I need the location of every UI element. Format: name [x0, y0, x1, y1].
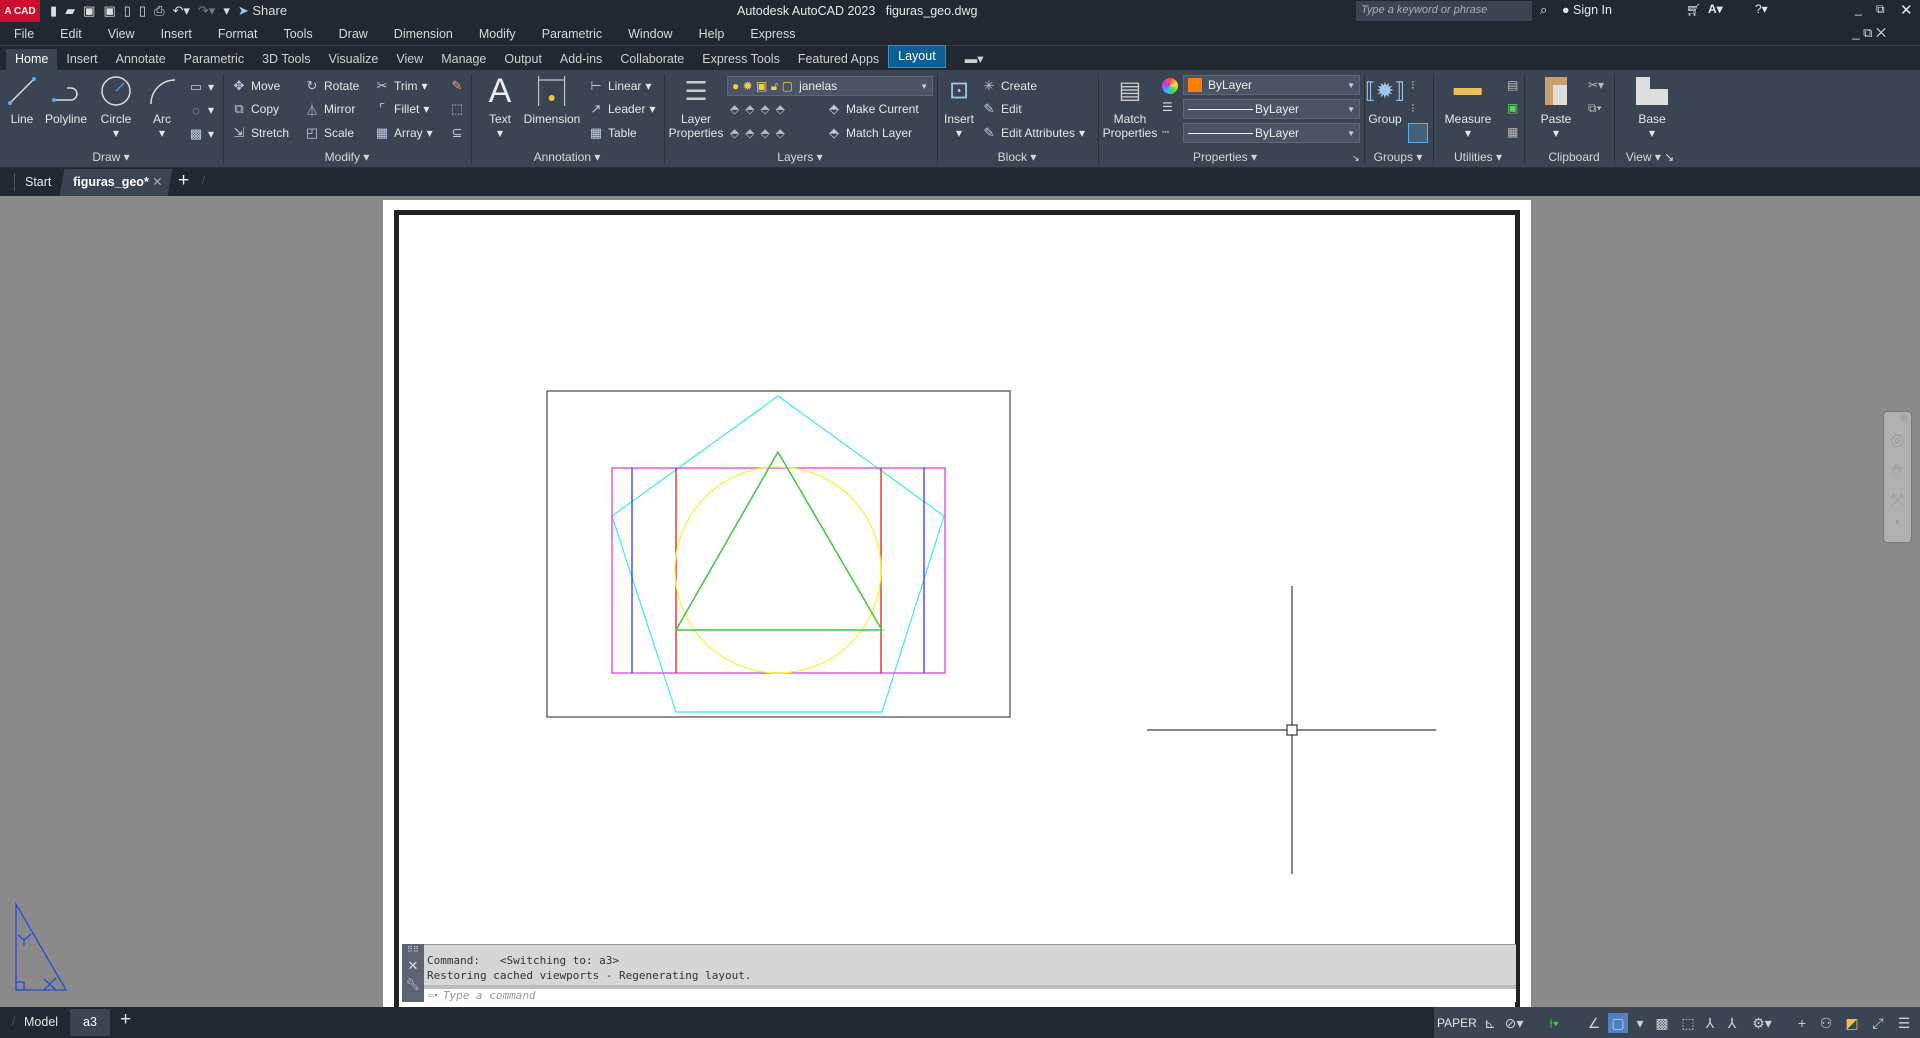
crosshair-pickbox [1286, 724, 1298, 736]
customization-menu-icon[interactable]: ☰ [1894, 1013, 1914, 1033]
drawing-svg [15, 390, 1436, 991]
navigation-bar[interactable]: ⊗ ◎ ✋︎ ⤧ ▾ [1883, 411, 1912, 543]
status-bar: / Model a3 + PAPER ⊾ ⊘▾ ⫮▾ ∠ ▢ ▾ ▩ ⬚ ⅄ ⅄… [0, 1007, 1920, 1038]
pentagon[interactable] [611, 395, 945, 713]
viewport-frame[interactable] [546, 390, 1011, 718]
ortho-icon[interactable]: ⫮▾ [1544, 1013, 1564, 1033]
osnap-dropdown-icon[interactable]: ▾ [1630, 1013, 1650, 1033]
isolate-objects-icon[interactable]: ⚇ [1816, 1013, 1836, 1033]
transparency-icon[interactable]: ▩ [1652, 1013, 1672, 1033]
pan-icon[interactable]: ✋︎ [1884, 456, 1911, 486]
command-history-line: Command: <Switching to: a3> [427, 954, 620, 967]
command-history-line: Restoring cached viewports - Regeneratin… [427, 969, 752, 982]
tab-divider: / [12, 1014, 16, 1028]
snap-mode-icon[interactable]: ⊘▾ [1504, 1013, 1524, 1033]
command-line: ⠿⠿ ✕ 🔧︎ Command: <Switching to: a3> Rest… [402, 944, 1516, 1002]
layout-tab-model[interactable]: Model [24, 1015, 58, 1029]
clean-screen-icon[interactable]: ⤢ [1868, 1013, 1888, 1033]
customize-wrench-icon[interactable]: 🔧︎ [402, 976, 424, 994]
workspace-gear-icon[interactable]: ⚙▾ [1752, 1013, 1772, 1033]
annotation-monitor-icon[interactable]: + [1792, 1013, 1812, 1033]
annotation-visibility-icon[interactable]: ⅄ [1700, 1013, 1720, 1033]
paper-model-toggle[interactable]: PAPER [1437, 1016, 1477, 1030]
command-input[interactable]: ▭▾ Type a command [424, 985, 1516, 1002]
ucs-icon [15, 901, 68, 991]
command-line-handle[interactable]: ⠿⠿ ✕ 🔧︎ [402, 944, 424, 1002]
layout-tab-active[interactable]: a3 [70, 1009, 110, 1036]
close-nav-icon[interactable]: ⊗ [1884, 412, 1911, 426]
grid-icon[interactable]: ⊾ [1480, 1013, 1500, 1033]
grip-icon[interactable]: ⠿⠿ [402, 944, 424, 956]
command-history: Command: <Switching to: a3> Restoring ca… [424, 944, 1516, 985]
command-prompt-icon[interactable]: ▭▾ [428, 991, 439, 1001]
triangle-green[interactable] [674, 450, 884, 631]
selection-cycling-icon[interactable]: ⬚ [1678, 1013, 1698, 1033]
steering-wheel-icon[interactable]: ◎ [1884, 426, 1911, 456]
new-layout-button[interactable]: + [120, 1009, 131, 1031]
hardware-acceleration-icon[interactable]: ◩ [1842, 1013, 1862, 1033]
object-snap-icon[interactable]: ▢ [1608, 1013, 1628, 1033]
rectangle-magenta[interactable] [611, 467, 946, 674]
annotation-autoscale-icon[interactable]: ⅄ [1722, 1013, 1742, 1033]
zoom-extents-icon[interactable]: ⤧ [1884, 486, 1911, 516]
close-command-icon[interactable]: ✕ [402, 956, 424, 976]
circle-yellow[interactable] [674, 466, 882, 674]
nav-menu-icon[interactable]: ▾ [1884, 516, 1911, 528]
polar-tracking-icon[interactable]: ∠ [1584, 1013, 1604, 1033]
